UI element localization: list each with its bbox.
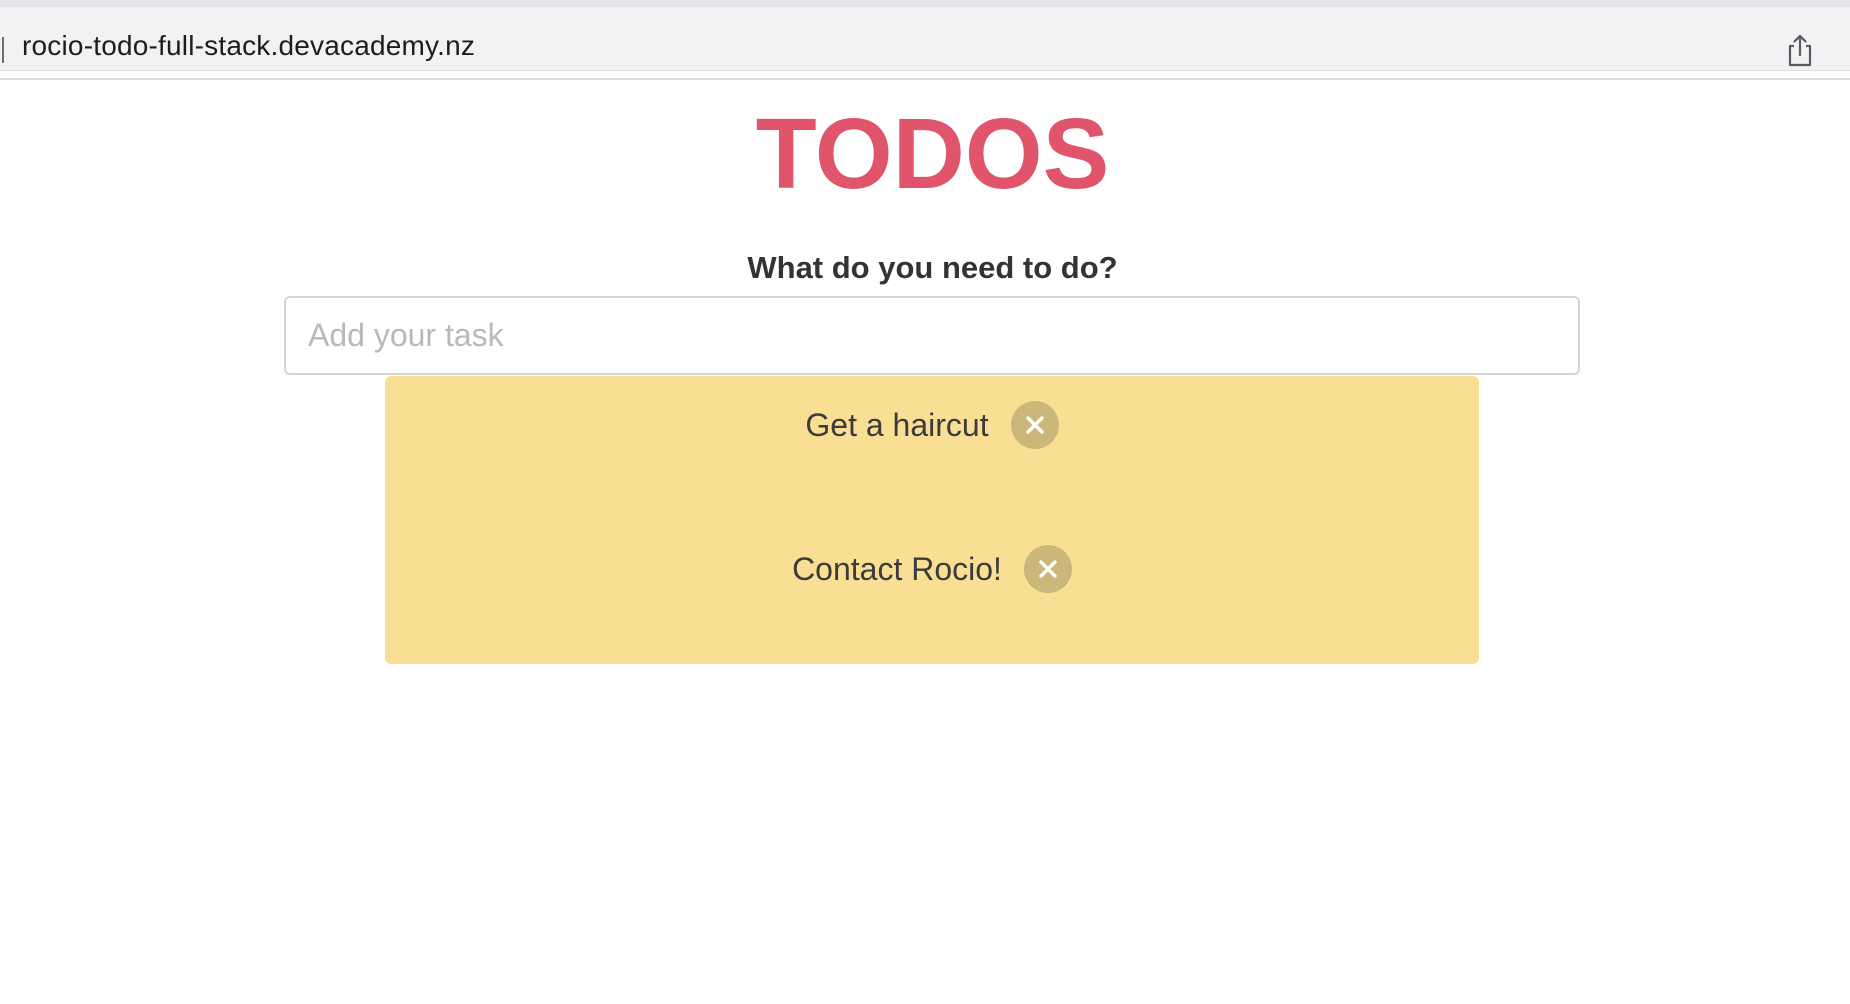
- page-title: TODOS: [755, 98, 1110, 210]
- share-icon[interactable]: [1785, 33, 1815, 67]
- todo-item-text: Contact Rocio!: [792, 550, 1002, 587]
- remove-todo-button[interactable]: [1010, 401, 1059, 449]
- browser-address-bar: rocio-todo-full-stack.devacademy.nz: [0, 7, 1850, 71]
- task-prompt-label: What do you need to do?: [747, 250, 1118, 285]
- todo-list: Get a haircut Contact Rocio!: [385, 376, 1479, 664]
- browser-top-strip: [0, 0, 1850, 7]
- address-bar-divider: [2, 37, 4, 63]
- close-icon: [1025, 416, 1044, 434]
- url-text[interactable]: rocio-todo-full-stack.devacademy.nz: [22, 30, 475, 62]
- remove-todo-button[interactable]: [1023, 545, 1072, 593]
- todo-item: Get a haircut: [385, 395, 1479, 455]
- add-task-input[interactable]: [284, 296, 1580, 375]
- todo-item-text: Get a haircut: [805, 406, 989, 443]
- todo-item: Contact Rocio!: [385, 539, 1479, 599]
- close-icon: [1039, 560, 1057, 578]
- page-divider: [0, 78, 1850, 80]
